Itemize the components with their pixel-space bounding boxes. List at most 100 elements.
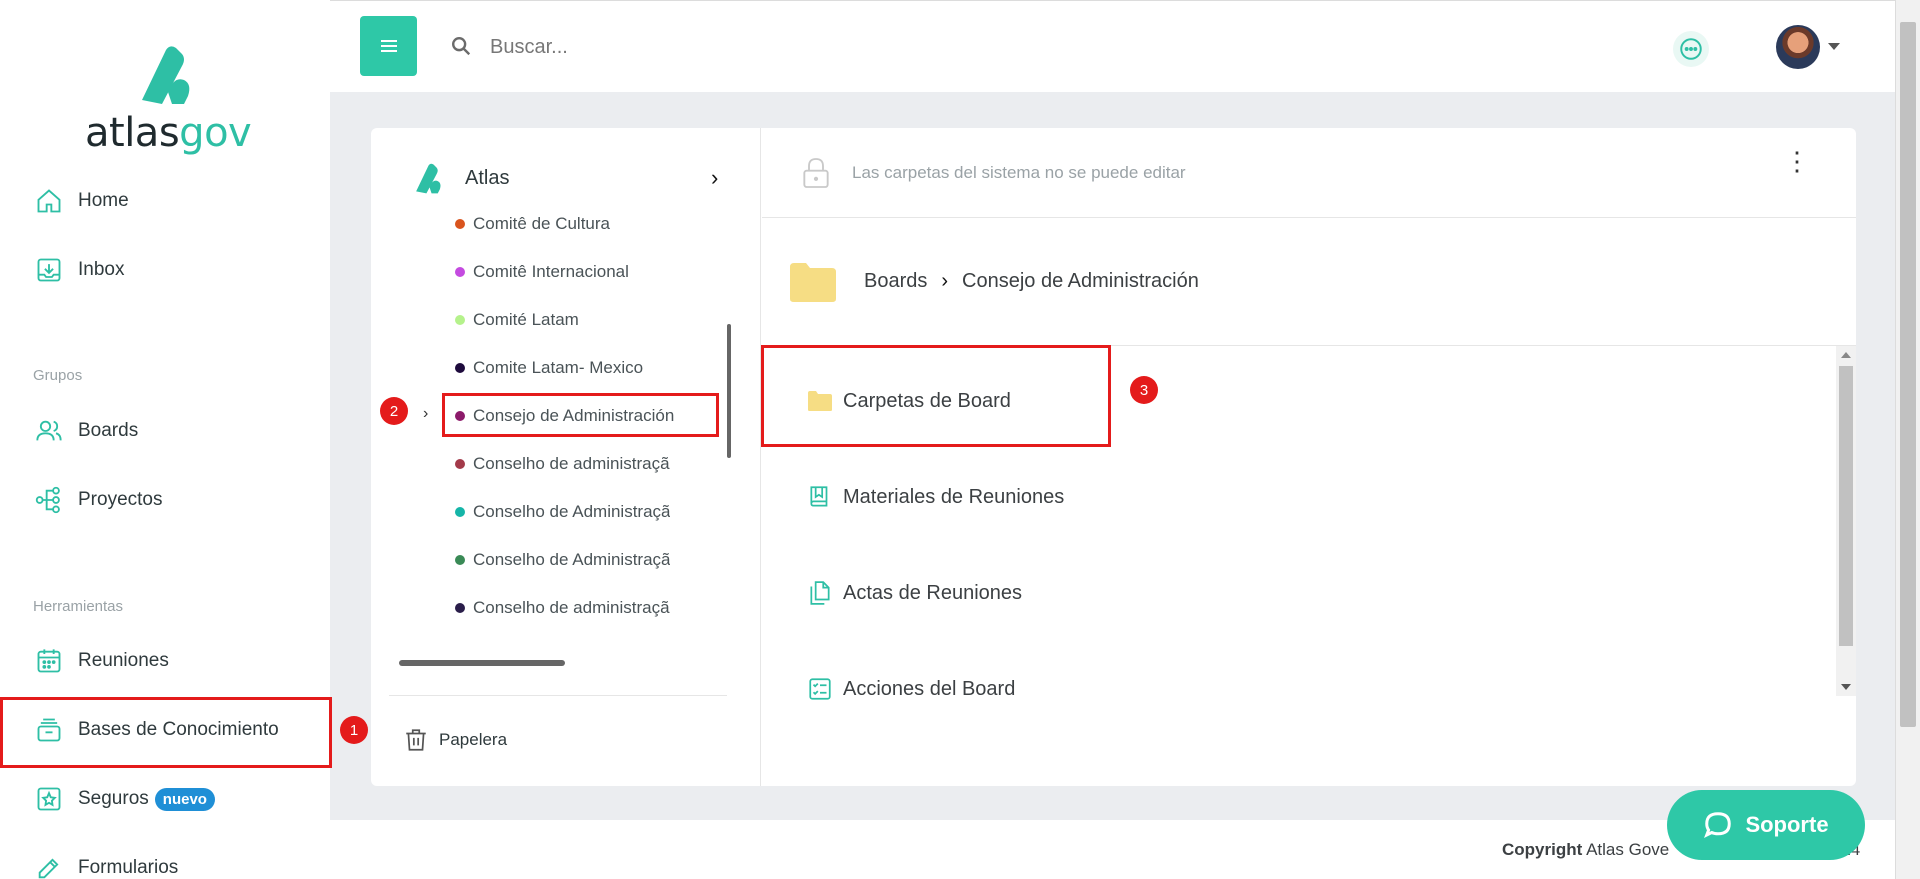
tree-horizontal-scrollbar[interactable] <box>399 660 565 666</box>
sidebar-item-boards[interactable]: Boards <box>0 397 330 465</box>
folder-list-scrollbar-thumb[interactable] <box>1839 366 1853 646</box>
section-title-groups: Grupos <box>33 367 83 384</box>
chevron-right-icon[interactable]: › <box>711 165 718 191</box>
atlasgov-logo-icon <box>142 46 190 104</box>
lock-notice: Las carpetas del sistema no se puede edi… <box>762 128 1856 218</box>
sidebar-item-home[interactable]: Home <box>0 167 330 235</box>
highlight-box-2 <box>442 393 719 437</box>
highlight-box-1 <box>0 697 332 768</box>
breadcrumb-item-boards[interactable]: Boards <box>864 270 927 293</box>
folder-materiales-de-reuniones[interactable]: Materiales de Reuniones <box>807 477 1064 517</box>
page-scrollbar[interactable] <box>1895 0 1920 879</box>
tree-item[interactable]: Conselho de administração - S <box>455 593 670 623</box>
highlight-box-3 <box>761 345 1111 447</box>
scroll-up-icon[interactable] <box>1841 352 1851 358</box>
user-avatar[interactable] <box>1776 25 1820 69</box>
sidebar-item-label: Reuniones <box>78 650 169 671</box>
sidebar-item-formularios[interactable]: Formularios <box>0 834 330 879</box>
expand-chevron-icon[interactable]: › <box>423 405 428 423</box>
step-marker-1: 1 <box>340 716 368 744</box>
tree-item[interactable]: Conselho de administração <box>455 449 670 479</box>
checklist-icon <box>809 678 831 700</box>
color-dot <box>455 555 465 565</box>
sidebar-item-label: Boards <box>78 420 139 441</box>
sidebar-item-seguros[interactable]: Seguros nuevo <box>0 765 330 833</box>
home-icon <box>34 186 64 216</box>
search-icon <box>452 37 471 56</box>
topbar <box>330 0 1895 92</box>
more-options-icon[interactable]: ⋮ <box>1784 148 1810 174</box>
folder-list-scrollbar[interactable] <box>1836 346 1856 696</box>
folder-content: Las carpetas del sistema no se puede edi… <box>762 128 1856 786</box>
book-icon <box>810 486 828 507</box>
divider <box>389 695 727 696</box>
color-dot <box>455 603 465 613</box>
user-menu-caret-icon[interactable] <box>1828 43 1840 50</box>
footer: Copyright Atlas Gove24 <box>330 820 1895 879</box>
tree-item-label: Conselho de Administração - A <box>473 550 670 569</box>
folder-acciones-del-board[interactable]: Acciones del Board <box>807 669 1015 709</box>
chat-bubble-icon <box>1704 812 1732 839</box>
folder-icon <box>790 262 836 302</box>
step-marker-2: 2 <box>380 397 408 425</box>
atlas-logo-icon <box>416 163 441 194</box>
section-title-tools: Herramientas <box>33 598 124 615</box>
tree-item-label: Conselho de Administração <box>473 502 670 521</box>
tree-item-label: Comitê de Cultura <box>473 214 611 233</box>
lock-notice-text: Las carpetas del sistema no se puede edi… <box>852 162 1186 182</box>
breadcrumb-item-current: Consejo de Administración <box>962 270 1199 292</box>
support-button[interactable]: Soporte <box>1667 790 1865 860</box>
step-marker-3: 3 <box>1130 376 1158 404</box>
folder-label: Actas de Reuniones <box>843 581 1023 604</box>
atlasgov-logo[interactable]: atlasgov <box>85 42 252 162</box>
page-scrollbar-thumb[interactable] <box>1900 22 1916 727</box>
search-input[interactable] <box>490 31 1090 63</box>
color-dot <box>455 507 465 517</box>
inbox-icon <box>34 255 64 285</box>
support-label: Soporte <box>1745 812 1829 837</box>
sidebar-item-label: Proyectos <box>78 489 163 510</box>
sidebar-item-label: Inbox <box>78 259 125 280</box>
chevron-right-icon: › <box>941 270 949 292</box>
tree-item[interactable]: Comitê de Cultura <box>455 209 670 239</box>
tree-vertical-scrollbar[interactable] <box>727 324 731 458</box>
tree-item[interactable]: Comité Latam <box>455 305 670 335</box>
sidebar-item-inbox[interactable]: Inbox <box>0 236 330 304</box>
breadcrumb: Boards › Consejo de Administración <box>762 218 1856 346</box>
sidebar-item-label: Seguros <box>78 788 149 809</box>
scroll-down-icon[interactable] <box>1841 684 1851 690</box>
sidebar-item-label: Home <box>78 190 129 211</box>
tree-item[interactable]: Conselho de Administração <box>455 497 670 527</box>
folder-label: Acciones del Board <box>843 677 1016 700</box>
folder-actas-de-reuniones[interactable]: Actas de Reuniones <box>807 573 1022 613</box>
sidebar-item-reuniones[interactable]: Reuniones <box>0 627 330 695</box>
color-dot <box>455 219 465 229</box>
folder-tree: Atlas › Comitê de Cultura Comitê Interna… <box>371 128 761 786</box>
trash-label: Papelera <box>439 730 508 749</box>
color-dot <box>455 267 465 277</box>
menu-toggle-button[interactable] <box>360 16 417 76</box>
tree-item[interactable]: Comite Latam- Mexico <box>455 353 670 383</box>
tree-item[interactable]: Comitê Internacional <box>455 257 670 287</box>
tree-item-label: Comite Latam- Mexico <box>473 358 644 377</box>
chat-icon <box>1680 38 1702 60</box>
folder-label: Materiales de Reuniones <box>843 485 1065 508</box>
tree-root-atlas[interactable]: Atlas › <box>411 158 718 198</box>
tree-item-label: Conselho de administração <box>473 454 670 473</box>
hamburger-icon <box>380 40 397 52</box>
sidebar-item-proyectos[interactable]: Proyectos <box>0 466 330 534</box>
trash-button[interactable]: Papelera <box>403 727 507 753</box>
users-icon <box>34 416 64 446</box>
tree-item[interactable]: Conselho de Administração - A <box>455 545 670 575</box>
chat-button[interactable] <box>1673 31 1709 67</box>
form-icon <box>34 853 64 879</box>
tree-item-label: Conselho de administração - S <box>473 598 670 617</box>
tree-item-label: Comitê Internacional <box>473 262 629 281</box>
copy-icon <box>810 581 830 605</box>
lock-icon <box>803 157 829 188</box>
color-dot <box>455 315 465 325</box>
tree-item-label: Comité Latam <box>473 310 579 329</box>
knowledge-base-card: Atlas › Comitê de Cultura Comitê Interna… <box>371 128 1856 786</box>
sidebar-item-label: Formularios <box>78 857 179 878</box>
color-dot <box>455 363 465 373</box>
